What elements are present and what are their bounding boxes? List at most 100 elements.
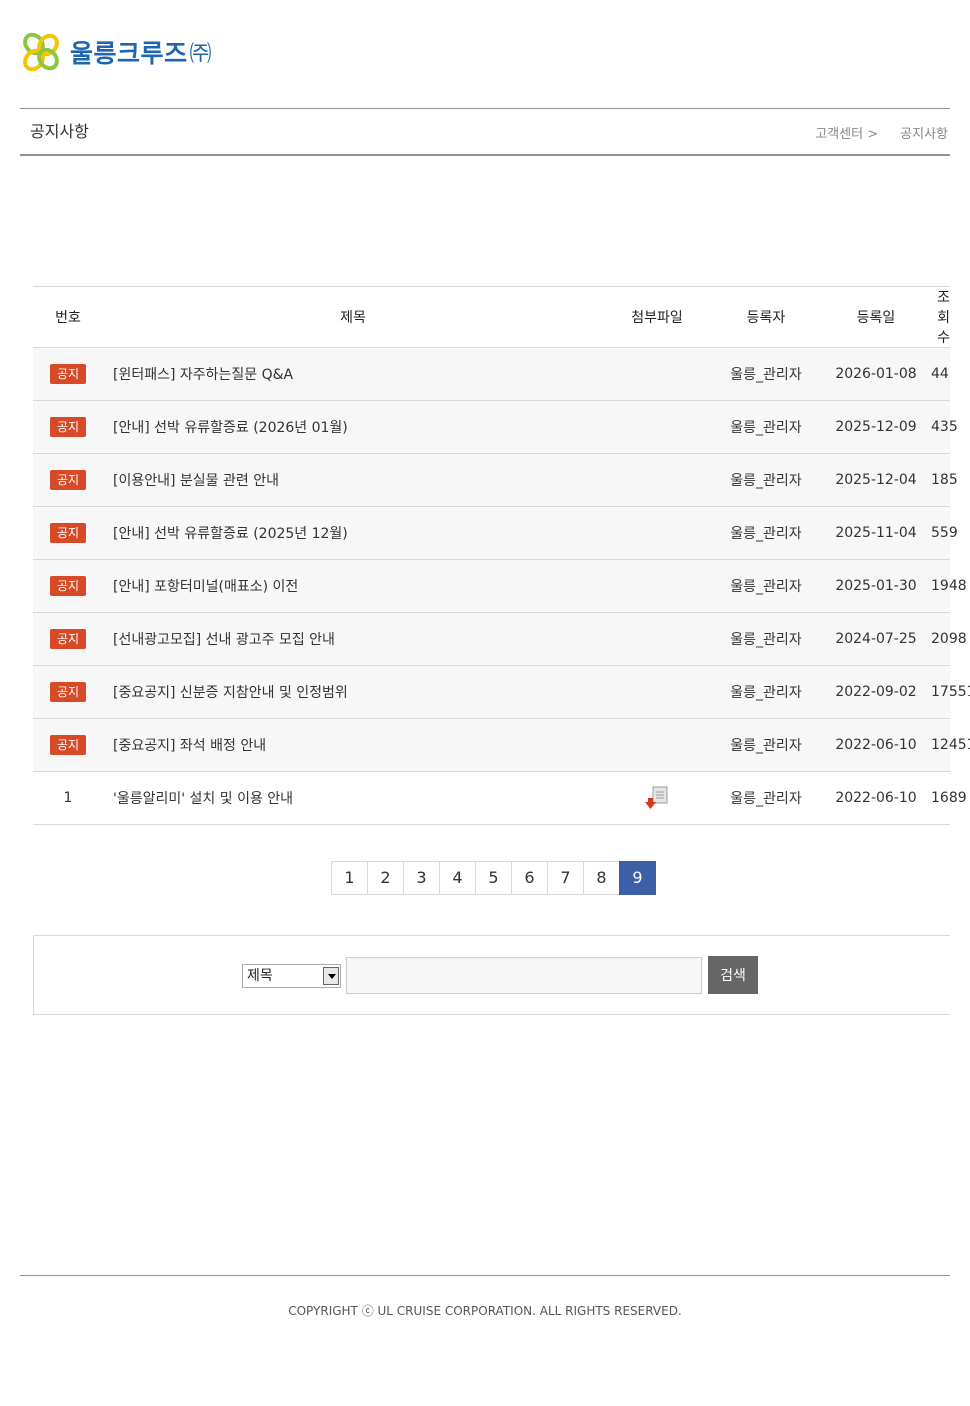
post-title-link[interactable]: [윈터패스] 자주하는질문 Q&A — [113, 367, 293, 383]
cell-subject[interactable]: [안내] 선박 유류할증료 (2026년 01월) — [103, 400, 603, 454]
page-link[interactable]: 9 — [619, 861, 656, 895]
cell-attachment — [603, 506, 711, 560]
table-row[interactable]: 공지 [중요공지] 신분증 지참안내 및 인정범위 울릉_관리자 2022-09… — [33, 665, 970, 719]
post-title-link[interactable]: [안내] 선박 유류할증료 (2025년 12월) — [113, 526, 348, 542]
search-panel: 제목 검색 — [33, 935, 950, 1015]
chevron-down-icon[interactable] — [323, 967, 339, 985]
cell-author: 울릉_관리자 — [711, 771, 821, 825]
cell-subject[interactable]: [안내] 선박 유류할증료 (2025년 12월) — [103, 506, 603, 560]
cell-subject[interactable]: [안내] 포항터미널(매표소) 이전 — [103, 559, 603, 613]
cell-attachment — [603, 559, 711, 613]
cell-author: 울릉_관리자 — [711, 665, 821, 719]
cell-attachment — [603, 453, 711, 507]
cell-attachment — [603, 771, 711, 825]
file-download-icon[interactable] — [645, 786, 669, 810]
cell-subject[interactable]: '울릉알리미' 설치 및 이용 안내 — [103, 771, 603, 825]
post-title-link[interactable]: [안내] 포항터미널(매표소) 이전 — [113, 579, 298, 595]
search-field-selected: 제목 — [247, 968, 273, 984]
page-link[interactable]: 3 — [403, 861, 440, 895]
table-row[interactable]: 공지 [이용안내] 분실물 관련 안내 울릉_관리자 2025-12-04 18… — [33, 453, 958, 507]
cell-views: 12451 — [931, 718, 970, 772]
cell-author: 울릉_관리자 — [711, 400, 821, 454]
cell-date: 2025-12-04 — [821, 453, 931, 507]
post-title-link[interactable]: [선내광고모집] 선내 광고주 모집 안내 — [113, 632, 335, 648]
page-link[interactable]: 1 — [331, 861, 368, 895]
cell-number: 1 — [33, 771, 103, 825]
search-field-select[interactable]: 제목 — [242, 964, 341, 988]
cell-date: 2022-06-10 — [821, 718, 931, 772]
site-logo[interactable]: 울릉크루즈 ㈜ — [20, 30, 212, 74]
column-header-author: 등록자 — [711, 286, 821, 348]
search-button[interactable]: 검색 — [708, 956, 758, 994]
cell-number: 공지 — [33, 506, 103, 560]
cell-attachment — [603, 400, 711, 454]
cell-views: 2098 — [931, 612, 967, 666]
cell-views: 44 — [931, 347, 950, 401]
page-link[interactable]: 4 — [439, 861, 476, 895]
cell-date: 2025-11-04 — [821, 506, 931, 560]
brand-name: 울릉크루즈 — [70, 39, 188, 68]
post-title-link[interactable]: '울릉알리미' 설치 및 이용 안내 — [113, 791, 293, 807]
notice-badge: 공지 — [49, 470, 87, 490]
notice-badge: 공지 — [49, 364, 87, 384]
table-row[interactable]: 공지 [선내광고모집] 선내 광고주 모집 안내 울릉_관리자 2024-07-… — [33, 612, 967, 666]
cell-number: 공지 — [33, 612, 103, 666]
cell-author: 울릉_관리자 — [711, 347, 821, 401]
column-header-attachment: 첨부파일 — [603, 286, 711, 348]
notice-badge: 공지 — [49, 682, 87, 702]
column-header-views: 조회수 — [931, 286, 950, 348]
cell-attachment — [603, 347, 711, 401]
cell-attachment — [603, 665, 711, 719]
page-link[interactable]: 8 — [583, 861, 620, 895]
cell-views: 1689 — [931, 771, 967, 825]
clover-logo-icon — [23, 32, 59, 72]
page-link[interactable]: 6 — [511, 861, 548, 895]
page-link[interactable]: 7 — [547, 861, 584, 895]
copyright-text: COPYRIGHT ⓒ UL CRUISE CORPORATION. ALL R… — [288, 1304, 682, 1318]
cell-attachment — [603, 612, 711, 666]
cell-number: 공지 — [33, 347, 103, 401]
post-title-link[interactable]: [안내] 선박 유류할증료 (2026년 01월) — [113, 420, 348, 436]
cell-date: 2026-01-08 — [821, 347, 931, 401]
table-row[interactable]: 공지 [안내] 포항터미널(매표소) 이전 울릉_관리자 2025-01-30 … — [33, 559, 967, 613]
post-title-link[interactable]: [중요공지] 좌석 배정 안내 — [113, 738, 266, 754]
cell-date: 2024-07-25 — [821, 612, 931, 666]
notice-badge: 공지 — [49, 417, 87, 437]
cell-author: 울릉_관리자 — [711, 559, 821, 613]
cell-subject[interactable]: [이용안내] 분실물 관련 안내 — [103, 453, 603, 507]
table-header-row: 번호 제목 첨부파일 등록자 등록일 조회수 — [33, 286, 950, 348]
cell-subject[interactable]: [윈터패스] 자주하는질문 Q&A — [103, 347, 603, 401]
breadcrumb-item-notice[interactable]: 공지사항 — [900, 123, 948, 142]
page-header: 공지사항 고객센터 > 공지사항 — [20, 108, 950, 156]
notice-badge: 공지 — [49, 735, 87, 755]
cell-author: 울릉_관리자 — [711, 453, 821, 507]
cell-views: 435 — [931, 400, 958, 454]
notice-badge: 공지 — [49, 523, 87, 543]
breadcrumb-item-customer-center[interactable]: 고객센터 > — [815, 123, 878, 142]
cell-number: 공지 — [33, 453, 103, 507]
table-row[interactable]: 1 '울릉알리미' 설치 및 이용 안내 울릉_관리자 2022-06-10 1… — [33, 771, 967, 825]
table-row[interactable]: 공지 [중요공지] 좌석 배정 안내 울릉_관리자 2022-06-10 124… — [33, 718, 970, 772]
search-input[interactable] — [346, 957, 702, 994]
cell-date: 2025-01-30 — [821, 559, 931, 613]
cell-date: 2022-06-10 — [821, 771, 931, 825]
page-link[interactable]: 2 — [367, 861, 404, 895]
cell-views: 1948 — [931, 559, 967, 613]
cell-subject[interactable]: [선내광고모집] 선내 광고주 모집 안내 — [103, 612, 603, 666]
cell-subject[interactable]: [중요공지] 신분증 지참안내 및 인정범위 — [103, 665, 603, 719]
notice-badge: 공지 — [49, 576, 87, 596]
post-title-link[interactable]: [중요공지] 신분증 지참안내 및 인정범위 — [113, 685, 348, 701]
table-row[interactable]: 공지 [윈터패스] 자주하는질문 Q&A 울릉_관리자 2026-01-08 4… — [33, 347, 950, 401]
notice-badge: 공지 — [49, 629, 87, 649]
post-title-link[interactable]: [이용안내] 분실물 관련 안내 — [113, 473, 279, 489]
cell-author: 울릉_관리자 — [711, 612, 821, 666]
cell-views: 559 — [931, 506, 958, 560]
cell-number: 공지 — [33, 559, 103, 613]
table-row[interactable]: 공지 [안내] 선박 유류할증료 (2025년 12월) 울릉_관리자 2025… — [33, 506, 958, 560]
page-link[interactable]: 5 — [475, 861, 512, 895]
column-header-number: 번호 — [33, 286, 103, 348]
table-row[interactable]: 공지 [안내] 선박 유류할증료 (2026년 01월) 울릉_관리자 2025… — [33, 400, 958, 454]
cell-subject[interactable]: [중요공지] 좌석 배정 안내 — [103, 718, 603, 772]
cell-views: 17551 — [931, 665, 970, 719]
cell-views: 185 — [931, 453, 958, 507]
